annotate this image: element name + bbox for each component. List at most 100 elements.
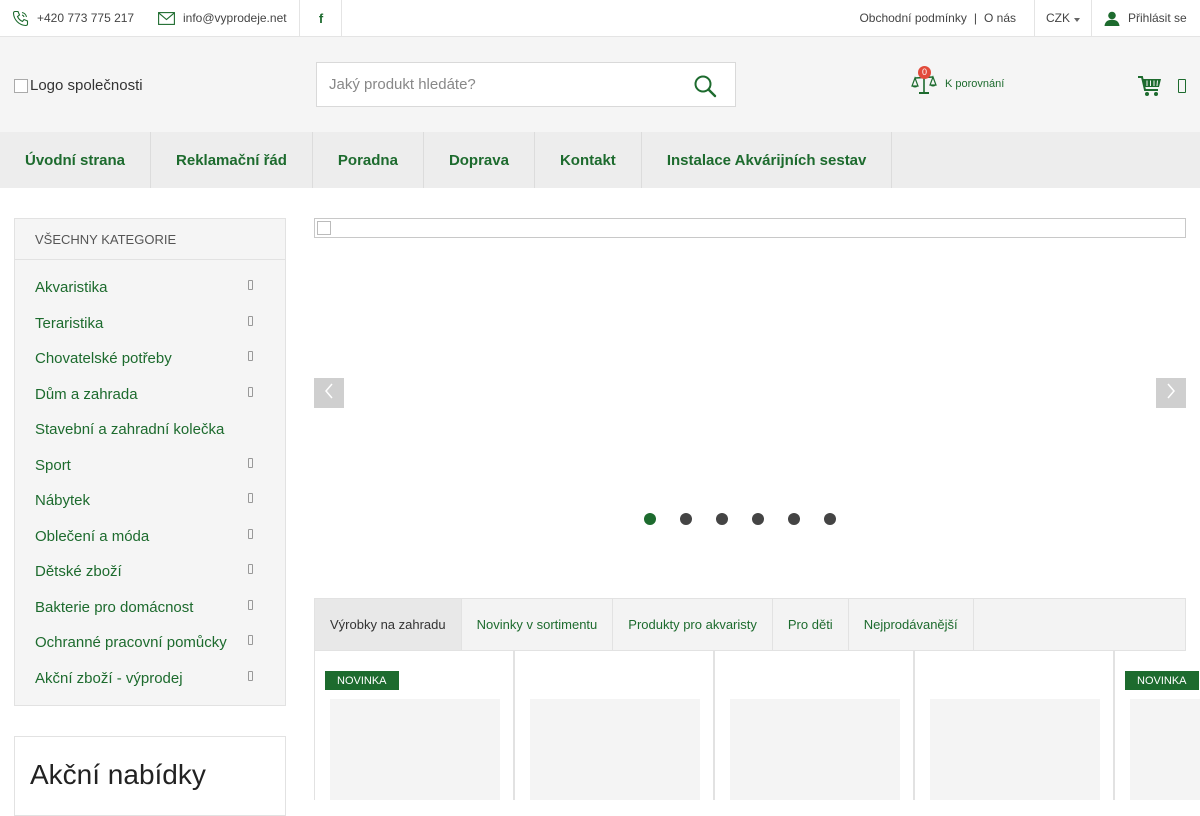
category-list: Akvaristika Teraristika Chovatelské potř… — [15, 260, 285, 696]
category-sidebar: VŠECHNY KATEGORIE Akvaristika Teraristik… — [14, 218, 286, 706]
category-item[interactable]: Teraristika — [15, 306, 285, 342]
product-grid: NOVINKA NOVINKA — [314, 651, 1200, 800]
category-item[interactable]: Oblečení a móda — [15, 519, 285, 555]
nav-item-complaints[interactable]: Reklamační řád — [151, 132, 313, 188]
category-item[interactable]: Stavební a zahradní kolečka — [15, 412, 285, 448]
banner-slider — [314, 218, 1186, 568]
slider-dot[interactable] — [788, 513, 800, 525]
search-icon[interactable] — [693, 74, 717, 98]
category-label: Akvaristika — [35, 279, 108, 297]
product-image[interactable] — [530, 699, 700, 800]
nav-item-advice[interactable]: Poradna — [313, 132, 424, 188]
phone-number: +420 773 775 217 — [37, 11, 135, 25]
topbar-links: Obchodní podmínky | O nás — [859, 0, 1016, 36]
category-item[interactable]: Ochranné pracovní pomůcky — [15, 625, 285, 661]
chevron-right-icon — [248, 386, 253, 397]
terms-link[interactable]: Obchodní podmínky — [859, 11, 966, 25]
caret-down-icon — [1074, 11, 1080, 25]
chevron-right-icon — [248, 564, 253, 574]
compare-count-badge: 0 — [918, 66, 931, 79]
product-image[interactable] — [1130, 699, 1200, 800]
chevron-right-icon — [248, 280, 253, 290]
tab-aquarist-products[interactable]: Produkty pro akvaristy — [613, 599, 773, 650]
compare-link[interactable]: 0 K porovnání — [911, 66, 1005, 98]
slider-prev-button[interactable] — [314, 378, 344, 408]
category-label: Chovatelské potřeby — [35, 350, 172, 368]
category-item[interactable]: Bakterie pro domácnost — [15, 590, 285, 626]
product-image[interactable] — [730, 699, 900, 800]
email-address: info@vyprodeje.net — [183, 11, 287, 25]
chevron-right-icon — [248, 457, 253, 468]
product-card[interactable] — [514, 651, 714, 800]
link-separator: | — [973, 11, 977, 25]
category-item[interactable]: Akční zboží - výprodej — [15, 661, 285, 697]
broken-image-icon — [14, 78, 28, 93]
promo-title: Akční nabídky — [30, 759, 206, 790]
chevron-right-icon — [248, 670, 253, 681]
slider-dot[interactable] — [716, 513, 728, 525]
category-label: Akční zboží - výprodej — [35, 669, 183, 687]
slider-next-button[interactable] — [1156, 378, 1186, 408]
currency-selector[interactable]: CZK — [1035, 0, 1091, 36]
login-link[interactable]: Přihlásit se — [1092, 0, 1200, 36]
product-tabs: Výrobky na zahradu Novinky v sortimentu … — [314, 598, 1186, 651]
slider-dots — [644, 513, 836, 525]
category-item[interactable]: Akvaristika — [15, 270, 285, 306]
product-card[interactable] — [914, 651, 1114, 800]
new-badge: NOVINKA — [325, 671, 399, 690]
category-item[interactable]: Chovatelské potřeby — [15, 341, 285, 377]
slider-dot[interactable] — [824, 513, 836, 525]
cart-button[interactable] — [1138, 75, 1162, 102]
tab-for-kids[interactable]: Pro děti — [773, 599, 849, 650]
category-label: Ochranné pracovní pomůcky — [35, 634, 227, 652]
compare-label: K porovnání — [945, 77, 1005, 90]
facebook-link[interactable]: f — [300, 0, 342, 36]
product-card[interactable] — [714, 651, 914, 800]
new-badge: NOVINKA — [1125, 671, 1199, 690]
chevron-right-icon — [248, 635, 253, 645]
chevron-right-icon — [248, 599, 253, 610]
category-label: Bakterie pro domácnost — [35, 598, 194, 616]
chevron-right-icon — [1166, 383, 1176, 404]
slide-image[interactable] — [314, 218, 1186, 238]
chevron-left-icon — [324, 383, 334, 404]
nav-item-shipping[interactable]: Doprava — [424, 132, 535, 188]
chevron-right-icon — [248, 315, 253, 326]
user-icon — [1104, 11, 1120, 26]
nav-item-aquarium-install[interactable]: Instalace Akvárijních sestav — [642, 132, 893, 188]
slider-dot[interactable] — [644, 513, 656, 525]
slider-dot[interactable] — [680, 513, 692, 525]
product-card[interactable]: NOVINKA — [314, 651, 514, 800]
facebook-icon: f — [318, 10, 324, 26]
category-item[interactable]: Dům a zahrada — [15, 377, 285, 413]
category-title: VŠECHNY KATEGORIE — [15, 219, 285, 260]
envelope-icon — [158, 11, 175, 25]
tab-bestsellers[interactable]: Nejprodávanější — [849, 599, 974, 650]
product-card[interactable]: NOVINKA — [1114, 651, 1200, 800]
tab-garden-products[interactable]: Výrobky na zahradu — [315, 599, 462, 650]
category-item[interactable]: Nábytek — [15, 483, 285, 519]
email-contact[interactable]: info@vyprodeje.net — [158, 0, 287, 36]
menu-toggle-icon[interactable] — [1178, 79, 1186, 93]
category-item[interactable]: Dětské zboží — [15, 554, 285, 590]
search-box — [316, 62, 736, 107]
category-label: Nábytek — [35, 492, 91, 510]
phone-contact[interactable]: +420 773 775 217 — [12, 0, 134, 36]
category-label: Sport — [35, 456, 71, 474]
nav-item-contact[interactable]: Kontakt — [535, 132, 642, 188]
product-image[interactable] — [330, 699, 500, 800]
product-image[interactable] — [930, 699, 1100, 800]
phone-icon — [12, 10, 29, 27]
category-item[interactable]: Sport — [15, 448, 285, 484]
search-input[interactable] — [317, 76, 677, 93]
company-logo[interactable]: Logo společnosti — [14, 77, 143, 94]
about-link[interactable]: O nás — [984, 11, 1016, 25]
slider-dot[interactable] — [752, 513, 764, 525]
site-header: Logo společnosti 0 K porovnání — [0, 37, 1200, 132]
shopping-cart-icon — [1138, 76, 1162, 101]
tab-new-products[interactable]: Novinky v sortimentu — [462, 599, 614, 650]
chevron-right-icon — [248, 493, 253, 503]
chevron-right-icon — [248, 528, 253, 539]
nav-item-home[interactable]: Úvodní strana — [0, 132, 152, 188]
top-bar: +420 773 775 217 info@vyprodeje.net f Ob… — [0, 0, 1200, 37]
